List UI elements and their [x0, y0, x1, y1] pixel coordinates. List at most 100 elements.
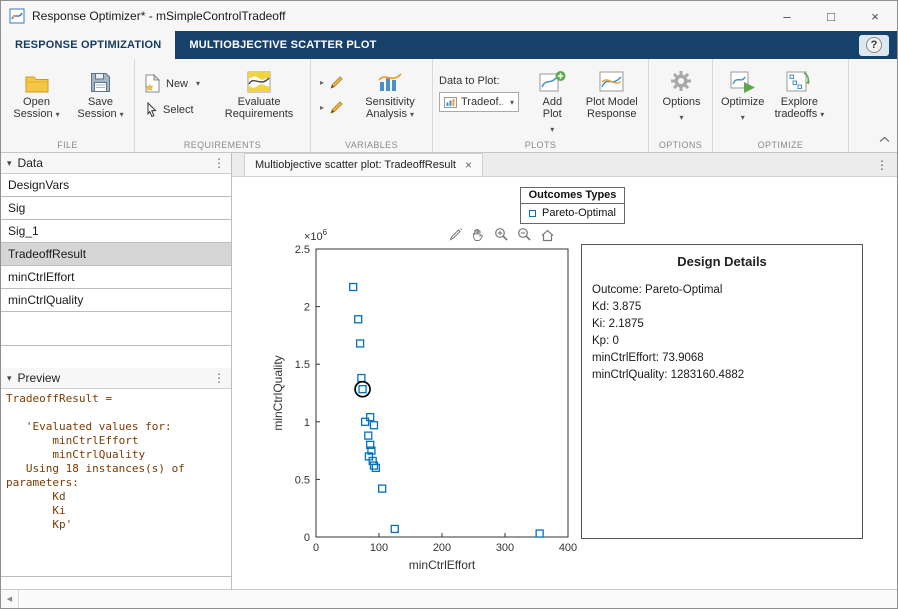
- plot-model-response-label: Plot Model Response: [582, 96, 642, 120]
- legend-entry: Pareto-Optimal: [521, 204, 624, 223]
- new-document-icon: [144, 74, 161, 93]
- section-label-requirements: REQUIREMENTS: [135, 140, 310, 150]
- list-item[interactable]: TradeoffResult: [1, 243, 231, 266]
- save-session-button[interactable]: Save Session ▾: [71, 65, 130, 123]
- document-bar-menu-icon[interactable]: ⋮: [876, 158, 888, 172]
- app-icon: [9, 8, 25, 24]
- section-label-optimize: OPTIMIZE: [713, 140, 848, 150]
- edit-uncertain-variables-button[interactable]: ▸: [317, 98, 348, 116]
- section-label-plots: PLOTS: [433, 140, 648, 150]
- add-plot-label: Add Plot: [532, 96, 573, 120]
- open-session-button[interactable]: Open Session▾: [7, 65, 66, 123]
- preview-panel-header: ▾ Preview ⋮: [1, 368, 231, 389]
- save-icon: [90, 67, 111, 93]
- sensitivity-analysis-button[interactable]: Sensitivity Analysis▾: [359, 65, 421, 123]
- design-details-lines: Outcome: Pareto-OptimalKd: 3.875Ki: 2.18…: [592, 282, 852, 384]
- new-requirement-button[interactable]: New ▾: [141, 73, 203, 94]
- tab-response-optimization[interactable]: RESPONSE OPTIMIZATION: [1, 31, 175, 59]
- section-plots: Data to Plot: Tradeof... ▾ Add Plot ▾: [433, 59, 649, 152]
- explore-tradeoffs-button[interactable]: Explore tradeoffs▾: [771, 65, 827, 123]
- plot-document: Outcomes Types Pareto-Optimal: [232, 177, 897, 589]
- pareto-marker-swatch: [529, 210, 536, 217]
- plot-model-response-button[interactable]: Plot Model Response: [580, 65, 644, 122]
- chevron-down-icon: ▾: [741, 112, 745, 124]
- submenu-arrow-icon: ▸: [320, 103, 324, 112]
- save-session-label: Save Session: [77, 96, 116, 120]
- statusbar: ◀: [1, 589, 897, 608]
- tab-multiobjective-scatter-plot[interactable]: MULTIOBJECTIVE SCATTER PLOT: [175, 31, 390, 59]
- list-item[interactable]: Sig_1: [1, 220, 231, 243]
- section-optimize: Optimize ▾ Explore tradeoffs▾ OPTIMIZE: [713, 59, 849, 152]
- optimize-label: Optimize: [721, 96, 764, 108]
- bar-chart-icon: [378, 67, 402, 93]
- chevron-down-icon: ▾: [679, 112, 683, 124]
- data-to-plot-value: Tradeof...: [461, 96, 503, 108]
- legend-title: Outcomes Types: [521, 188, 624, 204]
- add-plot-button[interactable]: Add Plot ▾: [530, 65, 575, 138]
- collapse-triangle-icon[interactable]: ▾: [7, 373, 12, 384]
- minimize-icon: –: [783, 9, 790, 24]
- x-tick-label: 300: [496, 542, 514, 554]
- x-tick-label: 100: [370, 542, 388, 554]
- list-item[interactable]: minCtrlQuality: [1, 289, 231, 312]
- data-to-plot-combo[interactable]: Tradeof... ▾: [439, 92, 519, 112]
- maximize-icon: □: [827, 9, 835, 24]
- section-label-options: OPTIONS: [649, 140, 712, 150]
- folder-icon: [25, 67, 49, 93]
- help-icon: ?: [866, 37, 882, 53]
- list-item[interactable]: DesignVars: [1, 174, 231, 197]
- data-panel-title: Data: [18, 156, 43, 170]
- evaluate-requirements-button[interactable]: Evaluate Requirements: [222, 65, 296, 122]
- list-item[interactable]: minCtrlEffort: [1, 266, 231, 289]
- optimize-icon: [730, 67, 756, 93]
- titlebar: Response Optimizer* - mSimpleControlTrad…: [1, 1, 897, 31]
- section-variables: ▸ ▸ Sensitivity Analysis▾ VAR: [311, 59, 433, 152]
- preview-panel-menu-icon[interactable]: ⋮: [213, 371, 225, 385]
- chevron-down-icon: ▾: [196, 79, 200, 88]
- minimize-button[interactable]: –: [765, 1, 809, 31]
- collapse-toolstrip-button[interactable]: [879, 130, 890, 148]
- preview-panel-title: Preview: [18, 371, 61, 385]
- y-axis-label: minCtrlQuality: [271, 355, 285, 430]
- gear-icon: [669, 67, 693, 93]
- close-button[interactable]: ×: [853, 1, 897, 31]
- list-item[interactable]: Sig: [1, 197, 231, 220]
- document-tab[interactable]: Multiobjective scatter plot: TradeoffRes…: [244, 153, 483, 176]
- chevron-down-icon: ▾: [820, 110, 824, 119]
- data-panel-header: ▾ Data ⋮: [1, 153, 231, 174]
- select-requirement-button[interactable]: Select: [141, 101, 203, 119]
- help-button[interactable]: ?: [859, 35, 889, 56]
- design-detail-line: Kp: 0: [592, 333, 852, 350]
- design-detail-line: minCtrlQuality: 1283160.4882: [592, 367, 852, 384]
- scrollbar-left-button[interactable]: ◀: [1, 590, 19, 608]
- data-panel-menu-icon[interactable]: ⋮: [213, 156, 225, 170]
- pencil-icon: [329, 99, 345, 115]
- edit-variables-button[interactable]: ▸: [317, 73, 348, 91]
- options-button[interactable]: Options ▾: [661, 65, 703, 126]
- x-tick-label: 0: [313, 542, 319, 554]
- collapse-triangle-icon[interactable]: ▾: [7, 158, 12, 169]
- optimize-button[interactable]: Optimize ▾: [719, 65, 766, 126]
- axes-box: [316, 249, 568, 537]
- design-detail-line: Ki: 2.1875: [592, 316, 852, 333]
- scatter-plot[interactable]: 010020030040000.511.522.5×106minCtrlEffo…: [237, 223, 579, 578]
- window-title: Response Optimizer* - mSimpleControlTrad…: [32, 9, 285, 23]
- section-file: Open Session▾ Save Session▾ FILE: [1, 59, 135, 152]
- section-requirements: New ▾ Select Evaluate Requirements REQUI…: [135, 59, 311, 152]
- x-tick-label: 200: [433, 542, 451, 554]
- ribbon-tabstrip: RESPONSE OPTIMIZATION MULTIOBJECTIVE SCA…: [1, 31, 897, 59]
- y-tick-label: 1: [304, 417, 310, 429]
- requirements-bounds-icon: [247, 67, 271, 93]
- mini-chart-icon: [444, 97, 457, 108]
- y-tick-label: 2.5: [295, 244, 310, 256]
- chevron-up-icon: [879, 136, 890, 143]
- data-list: DesignVarsSigSig_1TradeoffResultminCtrlE…: [1, 174, 231, 346]
- tab-close-icon[interactable]: ×: [465, 158, 472, 172]
- chevron-down-icon: ▾: [410, 110, 414, 119]
- preview-text: TradeoffResult = 'Evaluated values for: …: [1, 389, 231, 577]
- legend-entry-label: Pareto-Optimal: [542, 207, 616, 219]
- chevron-down-icon: ▾: [120, 110, 124, 119]
- design-detail-line: minCtrlEffort: 73.9068: [592, 350, 852, 367]
- maximize-button[interactable]: □: [809, 1, 853, 31]
- document-tab-title: Multiobjective scatter plot: TradeoffRes…: [255, 159, 456, 171]
